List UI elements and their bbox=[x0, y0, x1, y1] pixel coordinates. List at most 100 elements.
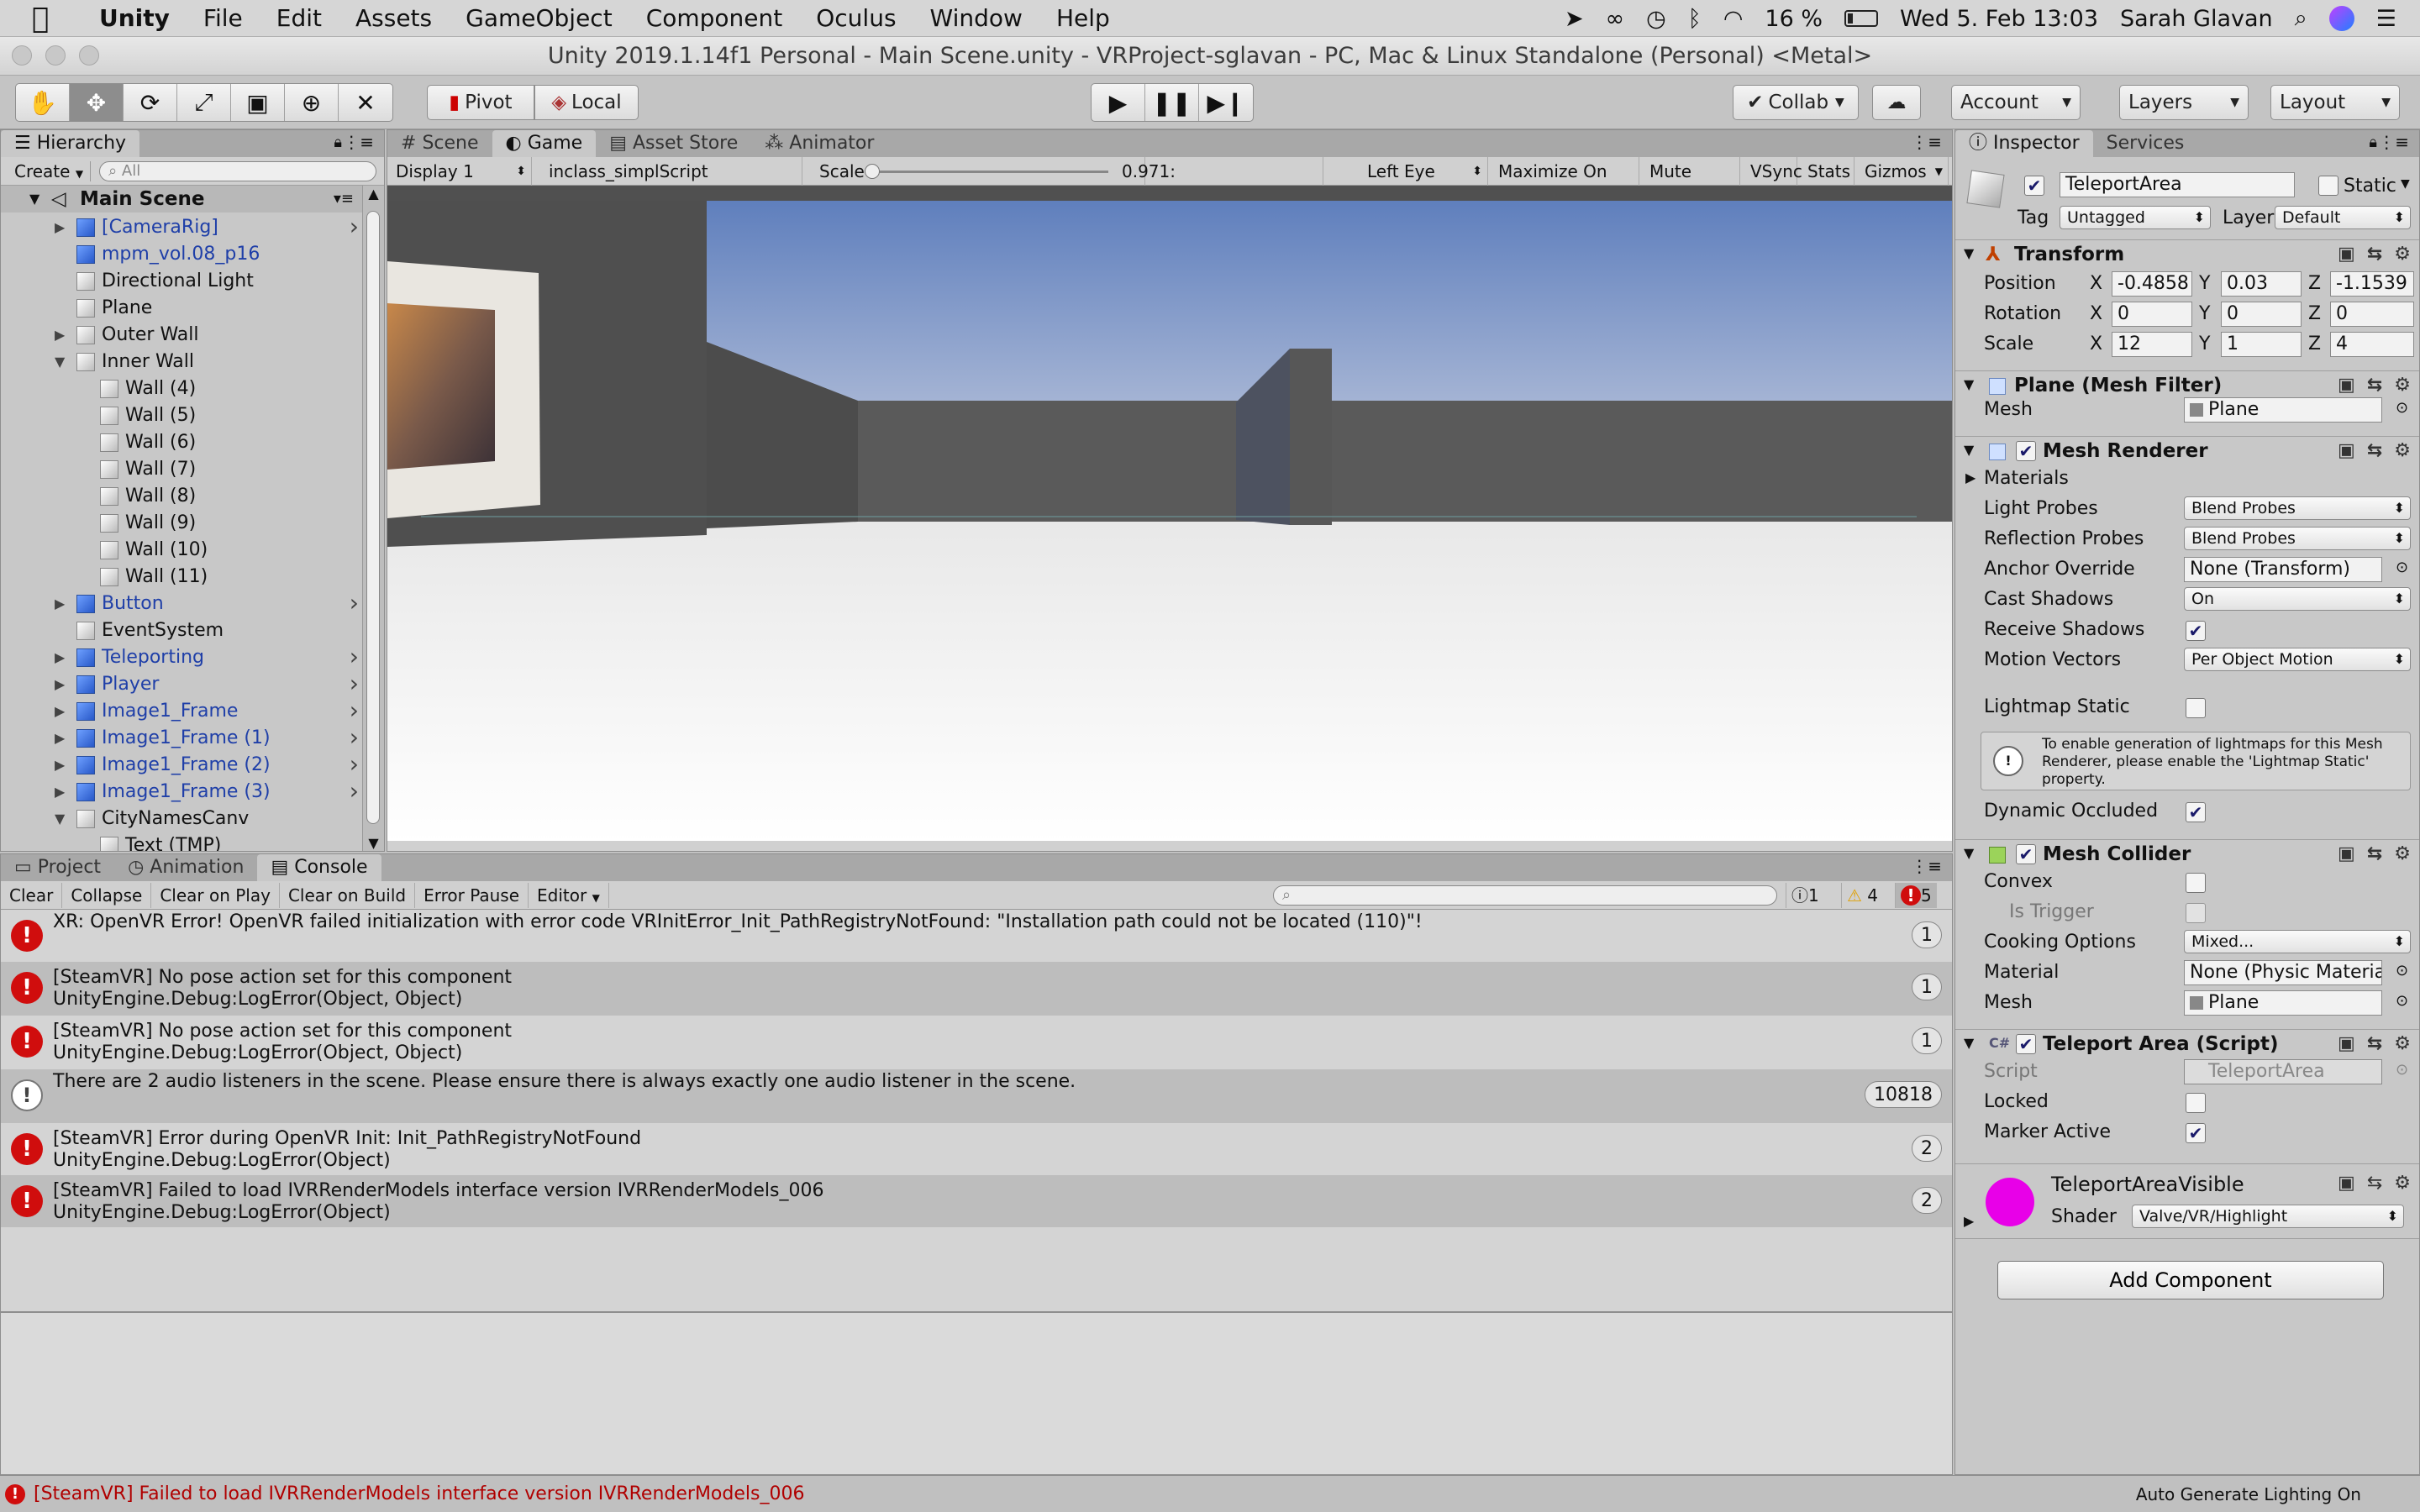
mesh-renderer-enabled-checkbox[interactable]: ✔ bbox=[2016, 441, 2036, 461]
preset-icon[interactable]: ⇆ bbox=[2367, 843, 2382, 864]
scale-tool-icon[interactable]: ⤢ bbox=[177, 84, 231, 121]
menu-window[interactable]: Window bbox=[930, 4, 1023, 32]
tab-game[interactable]: ◐ Game bbox=[492, 130, 597, 157]
rot-y-field[interactable]: 0 bbox=[2221, 302, 2302, 327]
materials-label[interactable]: Materials bbox=[1984, 468, 2069, 489]
time-machine-icon[interactable]: ◷ bbox=[1646, 6, 1666, 32]
minimize-window-button[interactable] bbox=[45, 45, 66, 66]
hierarchy-scene-row[interactable]: ▼ ◁ Main Scene ▾≡ bbox=[1, 186, 362, 213]
light-probes-dropdown[interactable]: Blend Probes bbox=[2184, 496, 2411, 520]
rect-tool-icon[interactable]: ▣ bbox=[231, 84, 285, 121]
fold-arrow-icon[interactable]: ▼ bbox=[1964, 442, 1974, 458]
tab-asset-store[interactable]: ▤ Asset Store bbox=[596, 130, 751, 157]
console-row[interactable]: ! [SteamVR] No pose action set for this c… bbox=[1, 1016, 1952, 1069]
tab-scene[interactable]: # Scene bbox=[387, 130, 492, 157]
scl-z-field[interactable]: 4 bbox=[2330, 332, 2414, 357]
chevron-down-icon[interactable]: ▼ bbox=[2401, 177, 2410, 191]
expand-arrow-icon[interactable]: ▼ bbox=[29, 186, 39, 213]
hierarchy-item[interactable]: ▶ [CameraRig] bbox=[55, 214, 218, 241]
layer-dropdown[interactable]: Default bbox=[2275, 206, 2411, 229]
scrollbar-thumb[interactable] bbox=[366, 211, 380, 824]
preset-icon[interactable]: ⇆ bbox=[2367, 244, 2382, 265]
hierarchy-item[interactable]: ▶ Image1_Frame (1) bbox=[55, 725, 271, 752]
fold-arrow-icon[interactable]: ▶ bbox=[1964, 1213, 1974, 1229]
error-pause-toggle[interactable]: Error Pause bbox=[415, 882, 529, 908]
preset-icon[interactable]: ⇆ bbox=[2367, 1033, 2382, 1054]
send-icon[interactable]: ➤ bbox=[1565, 6, 1584, 32]
hierarchy-item[interactable]: ▼ Inner Wall bbox=[55, 349, 194, 375]
rotate-tool-icon[interactable]: ⟳ bbox=[124, 84, 177, 121]
axis-label-x[interactable]: X bbox=[2090, 273, 2102, 294]
gear-icon[interactable]: ⚙ bbox=[2394, 843, 2411, 864]
material-preview-sphere[interactable] bbox=[1986, 1178, 2034, 1226]
bluetooth-icon[interactable]: ᛒ bbox=[1688, 6, 1702, 32]
prefab-open-arrow-icon[interactable]: › bbox=[350, 698, 359, 723]
editor-dropdown[interactable]: Editor ▼ bbox=[529, 882, 609, 908]
mute-audio-toggle[interactable]: Mute Audio bbox=[1641, 157, 1740, 210]
hierarchy-item[interactable]: Wall (5) bbox=[100, 402, 196, 429]
hierarchy-item[interactable]: Wall (8) bbox=[100, 483, 196, 510]
teleport-area-header[interactable]: ▼ C# ✔ Teleport Area (Script) ▣ ⇆ ⚙ bbox=[1955, 1029, 2419, 1059]
display-dropdown[interactable]: Display 1 ⬍ bbox=[387, 157, 532, 186]
menu-oculus[interactable]: Oculus bbox=[816, 4, 896, 32]
expand-arrow-icon[interactable]: ▶ bbox=[55, 752, 65, 779]
fold-arrow-icon[interactable]: ▼ bbox=[1964, 245, 1974, 261]
fold-arrow-icon[interactable]: ▼ bbox=[1964, 376, 1974, 392]
console-detail-area[interactable] bbox=[1, 1311, 1952, 1474]
help-icon[interactable]: ▣ bbox=[2338, 1173, 2355, 1194]
vsync-toggle[interactable]: VSync bbox=[1742, 157, 1802, 186]
expand-arrow-icon[interactable]: ▶ bbox=[55, 214, 65, 241]
hierarchy-item[interactable]: Wall (11) bbox=[100, 564, 208, 591]
notification-center-icon[interactable]: ☰ bbox=[2376, 6, 2396, 32]
gear-icon[interactable]: ⚙ bbox=[2394, 440, 2411, 461]
locked-checkbox[interactable] bbox=[2186, 1093, 2206, 1113]
lock-icon[interactable]: 🔒︎ bbox=[2369, 134, 2377, 151]
menu-app[interactable]: Unity bbox=[99, 4, 170, 32]
help-icon[interactable]: ▣ bbox=[2338, 375, 2355, 396]
step-icon[interactable]: ▶❙ bbox=[1199, 84, 1253, 121]
siri-icon[interactable] bbox=[2328, 6, 2354, 31]
axis-label-z[interactable]: Z bbox=[2308, 303, 2321, 324]
zoom-window-button[interactable] bbox=[79, 45, 99, 66]
anchor-override-field[interactable]: None (Transform) bbox=[2184, 557, 2382, 582]
gear-icon[interactable]: ⚙ bbox=[2394, 375, 2411, 396]
shader-dropdown[interactable]: Valve/VR/Highlight bbox=[2132, 1205, 2404, 1228]
hierarchy-item[interactable]: Wall (9) bbox=[100, 510, 196, 537]
prefab-open-arrow-icon[interactable]: › bbox=[350, 644, 359, 669]
menu-edit[interactable]: Edit bbox=[276, 4, 322, 32]
close-window-button[interactable] bbox=[12, 45, 32, 66]
prefab-open-arrow-icon[interactable]: › bbox=[350, 779, 359, 804]
creative-cloud-icon[interactable]: ∞ bbox=[1606, 6, 1625, 32]
mesh-collider-header[interactable]: ▼ ✔ Mesh Collider ▣ ⇆ ⚙ bbox=[1955, 839, 2419, 869]
axis-label-y[interactable]: Y bbox=[2199, 303, 2210, 324]
menu-help[interactable]: Help bbox=[1056, 4, 1110, 32]
hierarchy-item[interactable]: ▶ Button bbox=[55, 591, 164, 617]
menu-file[interactable]: File bbox=[203, 4, 243, 32]
expand-arrow-icon[interactable]: ▶ bbox=[55, 671, 65, 698]
user-name[interactable]: Sarah Glavan bbox=[2120, 6, 2273, 32]
console-row[interactable]: ! There are 2 audio listeners in the scen… bbox=[1, 1069, 1952, 1123]
convex-checkbox[interactable] bbox=[2186, 873, 2206, 893]
custom-tool-icon[interactable]: ✕ bbox=[339, 84, 392, 121]
prefab-open-arrow-icon[interactable]: › bbox=[350, 671, 359, 696]
scale-slider-thumb[interactable] bbox=[865, 164, 880, 179]
help-icon[interactable]: ▣ bbox=[2338, 843, 2355, 864]
motion-vectors-dropdown[interactable]: Per Object Motion bbox=[2184, 648, 2411, 671]
prefab-open-arrow-icon[interactable]: › bbox=[350, 214, 359, 239]
preset-icon[interactable]: ⇆ bbox=[2367, 375, 2382, 396]
resolution-dropdown[interactable]: inclass_simplScript (1920x780)⬍ bbox=[540, 157, 802, 210]
tab-services[interactable]: Services bbox=[2093, 130, 2198, 157]
dynamic-occluded-checkbox[interactable]: ✔ bbox=[2186, 802, 2206, 822]
help-icon[interactable]: ▣ bbox=[2338, 244, 2355, 265]
active-checkbox[interactable]: ✔ bbox=[2024, 176, 2044, 196]
gear-icon[interactable]: ⚙ bbox=[2394, 1173, 2411, 1194]
clear-on-build-toggle[interactable]: Clear on Build bbox=[280, 882, 416, 908]
scale-slider[interactable] bbox=[865, 171, 1108, 173]
hierarchy-item[interactable]: EventSystem bbox=[76, 617, 224, 644]
axis-label-x[interactable]: X bbox=[2090, 333, 2102, 354]
marker-active-checkbox[interactable]: ✔ bbox=[2186, 1123, 2206, 1143]
hierarchy-item[interactable]: Text (TMP) bbox=[100, 832, 221, 851]
tab-hierarchy[interactable]: ☰ Hierarchy bbox=[1, 130, 140, 157]
object-name-field[interactable]: TeleportArea bbox=[2060, 172, 2295, 197]
hierarchy-item[interactable]: Wall (10) bbox=[100, 537, 208, 564]
